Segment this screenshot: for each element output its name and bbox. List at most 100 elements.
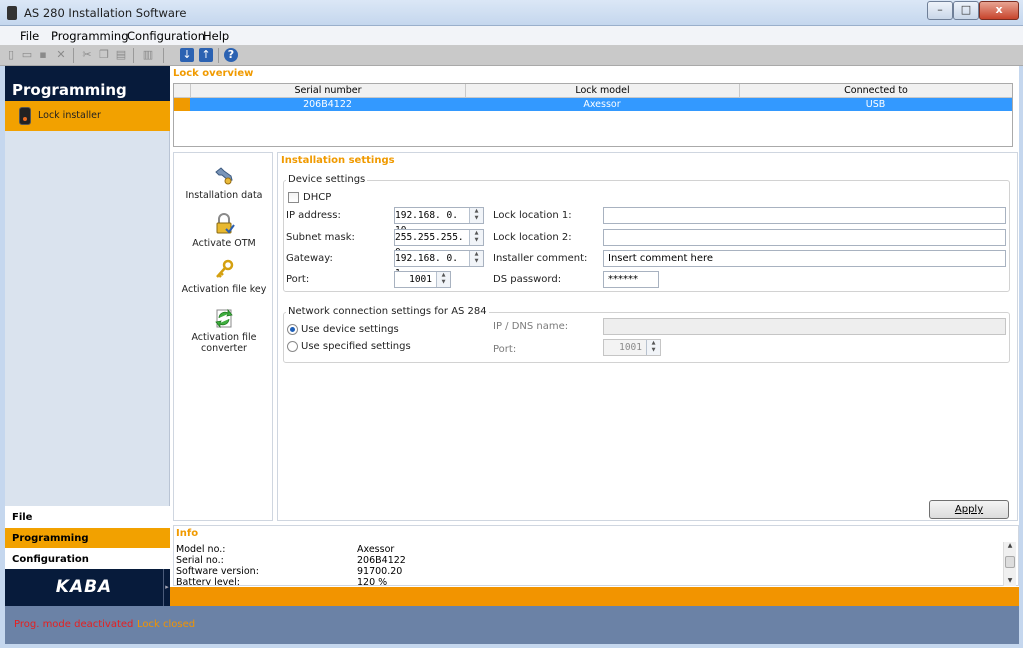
gateway-input[interactable]: 192.168. 0. 1 ▲▼ [394, 250, 484, 279]
cell-model: Axessor [583, 99, 621, 110]
info-value: 120 % [357, 577, 388, 585]
ds-password-input[interactable]: ****** [603, 271, 659, 288]
tool-activation-file-converter[interactable]: Activation file converter [174, 307, 274, 354]
copy-icon[interactable]: ❐ [97, 48, 111, 62]
installer-comment-label: Installer comment: [493, 253, 588, 264]
delete-icon[interactable]: ✕ [54, 48, 68, 62]
tool-label: Activation file key [181, 284, 267, 295]
tool-installation-data[interactable]: Installation data [174, 165, 274, 201]
menu-configuration[interactable]: Configuration [127, 29, 205, 43]
import-icon[interactable]: ↓ [180, 48, 194, 62]
info-key: Software version: [176, 566, 259, 577]
maximize-button[interactable]: □ [953, 1, 979, 20]
help-icon[interactable]: ? [224, 48, 238, 62]
info-value: 206B4122 [357, 555, 406, 566]
info-scrollbar[interactable]: ▲ ▼ [1003, 542, 1016, 586]
info-key: Serial no.: [176, 555, 224, 566]
port-label: Port: [286, 274, 310, 285]
nav-item-lock-installer[interactable]: Lock installer [5, 101, 170, 131]
scroll-up-icon[interactable]: ▲ [1004, 542, 1016, 549]
convert-arrows-icon [215, 308, 233, 329]
use-specified-settings-radio[interactable] [287, 341, 298, 352]
subnet-mask-label: Subnet mask: [286, 232, 355, 243]
network-port-input[interactable]: 1001 ▲ ▼ [603, 339, 661, 356]
tool-activate-otm[interactable]: Activate OTM [174, 213, 274, 249]
tool-label: Installation data [185, 190, 263, 201]
lock-installer-icon [19, 107, 31, 125]
menu-programming[interactable]: Programming [51, 29, 129, 43]
column-header-connected[interactable]: Connected to [739, 84, 1012, 98]
use-device-settings-label: Use device settings [301, 324, 399, 335]
network-port-value: 1001 [619, 342, 642, 353]
new-icon[interactable]: ▯ [4, 48, 18, 62]
dhcp-label: DHCP [303, 192, 332, 203]
table-row[interactable]: 206B4122 Axessor USB [174, 98, 1012, 111]
nav-section-file[interactable]: File [5, 506, 170, 527]
print-icon[interactable]: ▥ [141, 48, 155, 62]
network-settings-legend: Network connection settings for AS 284 [286, 306, 489, 317]
toolbar-separator [133, 48, 134, 63]
scroll-down-icon[interactable]: ▼ [1004, 577, 1016, 584]
info-row: Battery level: 120 % [176, 577, 996, 585]
column-header-serial[interactable]: Serial number [190, 84, 465, 98]
tool-label: Activate OTM [192, 238, 256, 249]
ip-dns-input[interactable] [603, 318, 1006, 335]
use-specified-settings-label: Use specified settings [301, 341, 411, 352]
nav-section-programming[interactable]: Programming [5, 527, 170, 548]
window-frame-right [1019, 26, 1023, 648]
orange-divider-band [170, 587, 1019, 606]
info-title: Info [176, 528, 199, 539]
close-button[interactable]: x [979, 1, 1019, 20]
window-title: AS 280 Installation Software [24, 6, 187, 20]
info-key: Battery level: [176, 577, 240, 585]
toolbar-separator [163, 48, 164, 63]
padlock-icon [216, 213, 235, 234]
lock-location-2-input[interactable] [603, 229, 1006, 246]
info-key: Model no.: [176, 544, 226, 555]
save-icon[interactable]: ▪ [36, 48, 50, 62]
lock-overview-table: Serial number Lock model Connected to 20… [173, 83, 1013, 147]
port-input[interactable]: 1001 ▲ ▼ [394, 271, 451, 288]
tool-activation-file-key[interactable]: Activation file key [174, 259, 274, 295]
row-selector[interactable] [174, 98, 190, 111]
ip-address-input[interactable]: 192.168. 0. 10 ▲▼ [394, 207, 484, 236]
paste-icon[interactable]: ▤ [114, 48, 128, 62]
toolbar-separator [73, 48, 74, 63]
use-device-settings-radio[interactable] [287, 324, 298, 335]
wrench-icon [215, 167, 233, 185]
subnet-mask-spinner[interactable]: ▲ ▼ [469, 230, 483, 245]
title-bar: AS 280 Installation Software – □ x [0, 0, 1023, 26]
lock-state-status: Lock closed [137, 619, 196, 630]
toolbar: ▯ ▭ ▪ ✕ ✂ ❐ ▤ ▥ ↓ ↑ ? [0, 45, 1023, 66]
installer-comment-input[interactable]: Insert comment here [603, 250, 1006, 267]
nav-item-label: Lock installer [38, 110, 101, 121]
menu-file[interactable]: File [20, 29, 39, 43]
ip-address-spinner[interactable]: ▲ ▼ [469, 208, 483, 223]
info-value: 91700.20 [357, 566, 403, 577]
cell-serial: 206B4122 [303, 99, 352, 110]
column-header-model[interactable]: Lock model [465, 84, 739, 98]
lock-location-2-label: Lock location 2: [493, 232, 572, 243]
export-icon[interactable]: ↑ [199, 48, 213, 62]
prog-mode-status: Prog. mode deactivated [14, 619, 134, 630]
port-spinner[interactable]: ▲ ▼ [436, 272, 450, 287]
apply-button[interactable]: Apply [929, 500, 1009, 519]
installation-settings-panel: Installation settings Device settings DH… [277, 152, 1018, 521]
key-icon [216, 259, 234, 278]
dhcp-checkbox[interactable] [288, 192, 299, 203]
subnet-mask-input[interactable]: 255.255.255. 0 ▲▼ [394, 229, 484, 258]
minimize-button[interactable]: – [927, 1, 953, 20]
info-row: Model no.: Axessor [176, 544, 996, 555]
gateway-spinner[interactable]: ▲ ▼ [469, 251, 483, 266]
nav-collapse-handle[interactable]: ▸ [163, 569, 170, 606]
lock-location-1-input[interactable] [603, 207, 1006, 224]
network-port-spinner[interactable]: ▲ ▼ [646, 340, 660, 355]
installation-settings-title: Installation settings [281, 155, 395, 166]
menu-help[interactable]: Help [203, 29, 229, 43]
cut-icon[interactable]: ✂ [80, 48, 94, 62]
kaba-logo: KABA [5, 569, 163, 606]
open-icon[interactable]: ▭ [20, 48, 34, 62]
scrollbar-thumb[interactable] [1005, 556, 1015, 568]
nav-section-configuration[interactable]: Configuration [5, 548, 170, 569]
network-port-label: Port: [493, 344, 517, 355]
